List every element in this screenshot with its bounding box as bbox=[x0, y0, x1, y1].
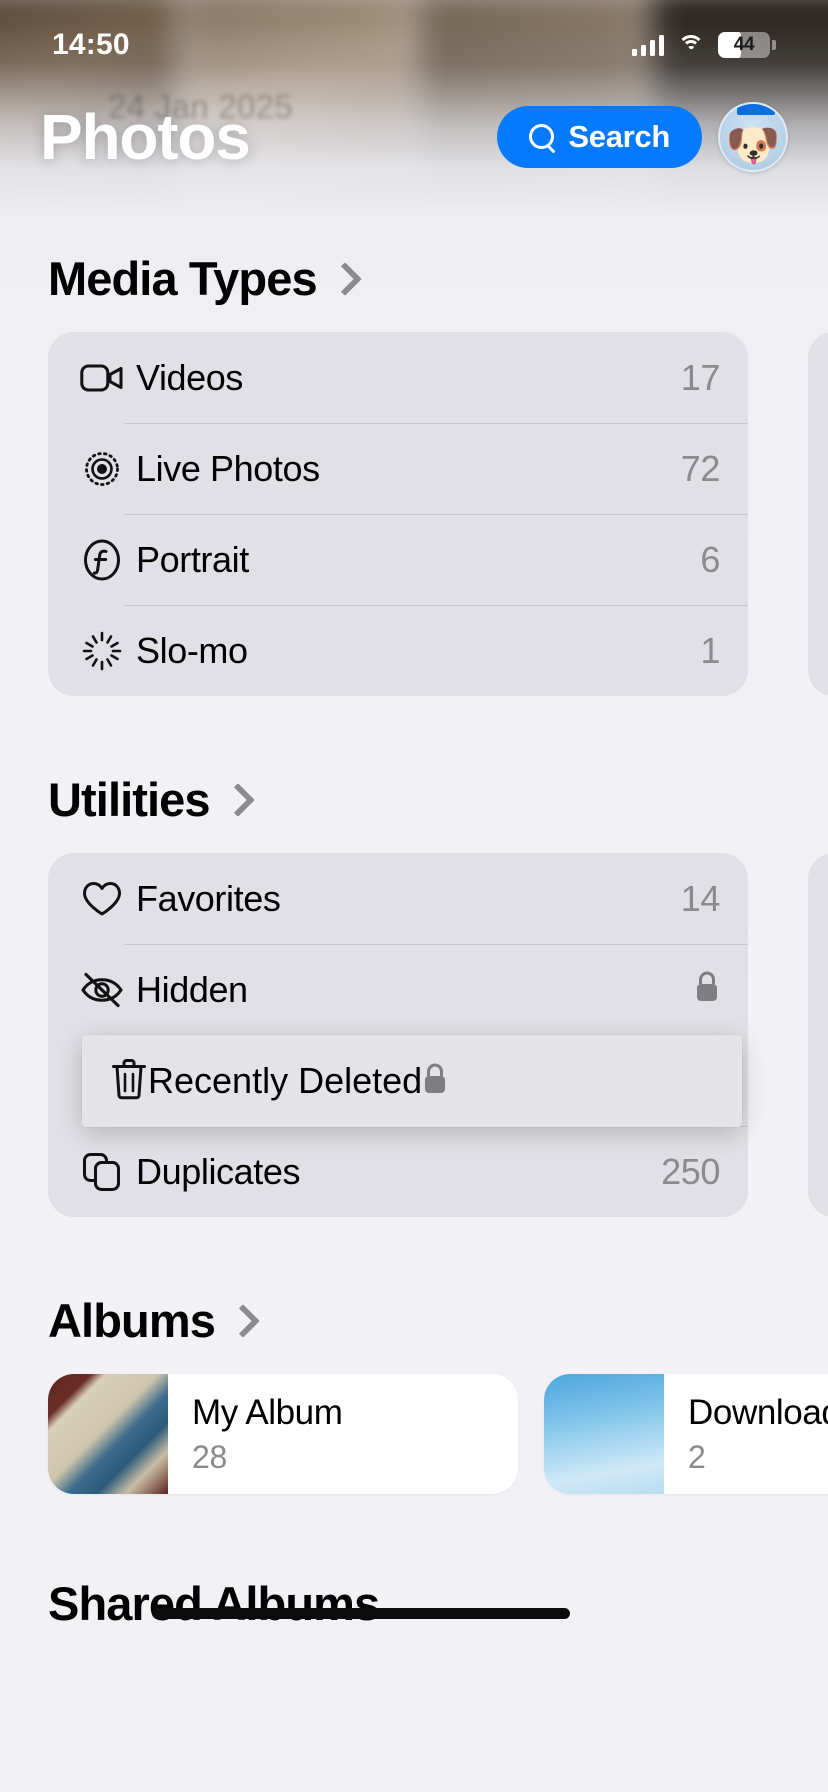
status-bar: 14:50 44 bbox=[0, 0, 828, 72]
nav-actions: Search 🐶 bbox=[497, 102, 788, 172]
table-row[interactable]: Portrait 6 bbox=[48, 514, 748, 605]
chevron-right-icon bbox=[224, 785, 241, 815]
status-bar-time: 14:50 bbox=[52, 28, 130, 61]
row-count: 250 bbox=[661, 1150, 720, 1192]
status-bar-indicators: 44 bbox=[631, 32, 776, 58]
avatar[interactable]: 🐶 bbox=[718, 102, 788, 172]
photos-app-screen: 24 Jan 2025 14:50 44 Photos Search 🐶 Med… bbox=[0, 0, 828, 1792]
album-card[interactable]: Downloads 2 bbox=[544, 1374, 828, 1494]
album-count: 2 bbox=[688, 1438, 706, 1475]
row-label: Live Photos bbox=[136, 447, 320, 489]
dog-memoji-avatar: 🐶 bbox=[725, 121, 781, 170]
album-name: My Album bbox=[192, 1392, 343, 1432]
media-types-card-peek[interactable] bbox=[808, 332, 828, 696]
table-row[interactable]: Slo-mo 1 bbox=[48, 605, 748, 696]
table-row[interactable]: Favorites 14 bbox=[48, 853, 748, 944]
wifi-icon bbox=[677, 34, 705, 56]
lock-icon bbox=[694, 970, 720, 1009]
section-title: Media Types bbox=[48, 252, 318, 305]
table-row[interactable]: Videos 17 bbox=[48, 332, 748, 423]
album-meta: Downloads 2 bbox=[664, 1393, 828, 1476]
magnifier-icon bbox=[529, 123, 556, 151]
portrait-f-icon bbox=[76, 539, 128, 581]
lock-icon bbox=[422, 1062, 448, 1101]
row-count: 6 bbox=[700, 538, 720, 580]
utilities-card: Favorites 14 Hidden Duplicates 250 Recen… bbox=[48, 853, 828, 1217]
nav-bar: Photos Search 🐶 bbox=[0, 82, 828, 192]
section-header-shared-albums[interactable]: Shared Albums bbox=[0, 1576, 828, 1631]
row-divider bbox=[124, 944, 748, 945]
section-header-media-types[interactable]: Media Types bbox=[0, 251, 828, 306]
row-label: Slo-mo bbox=[136, 629, 248, 671]
media-types-rail[interactable]: Videos 17 Live Photos 72 Portrait 6 Slo-… bbox=[0, 332, 828, 696]
row-divider bbox=[124, 514, 748, 515]
album-thumbnail bbox=[48, 1374, 168, 1494]
section-header-utilities[interactable]: Utilities bbox=[0, 772, 828, 827]
row-label: Recently Deleted bbox=[148, 1060, 423, 1101]
table-row[interactable]: Duplicates 250 bbox=[48, 1126, 748, 1217]
album-thumbnail bbox=[544, 1374, 664, 1494]
heart-icon bbox=[76, 880, 128, 918]
row-recently-deleted-highlighted[interactable]: Recently Deleted bbox=[82, 1035, 742, 1127]
section-utilities: Utilities Favorites 14 Hidden Duplicates… bbox=[0, 696, 828, 1217]
search-button[interactable]: Search bbox=[497, 106, 702, 168]
section-title: Utilities bbox=[48, 773, 211, 826]
section-media-types: Media Types Videos 17 Live Photos 72 Por… bbox=[0, 215, 828, 696]
battery-percent-label: 44 bbox=[733, 34, 755, 55]
cellular-bars-icon bbox=[631, 34, 664, 56]
albums-rail[interactable]: My Album 28 Downloads 2 bbox=[0, 1374, 828, 1494]
section-header-albums[interactable]: Albums bbox=[0, 1293, 828, 1348]
row-divider bbox=[124, 605, 748, 606]
row-label: Favorites bbox=[136, 877, 281, 919]
battery-cap bbox=[772, 40, 776, 50]
section-title: Albums bbox=[48, 1294, 216, 1347]
avatar-cap bbox=[737, 104, 775, 115]
eye-slash-icon bbox=[76, 972, 128, 1008]
video-camera-icon bbox=[76, 362, 128, 394]
page-title: Photos bbox=[40, 101, 251, 173]
row-count: 72 bbox=[680, 447, 721, 489]
row-divider bbox=[124, 423, 748, 424]
media-types-card: Videos 17 Live Photos 72 Portrait 6 Slo-… bbox=[48, 332, 828, 696]
utilities-card-peek[interactable] bbox=[808, 853, 828, 1217]
row-label: Hidden bbox=[136, 968, 248, 1010]
section-shared-albums: Shared Albums bbox=[0, 1494, 828, 1631]
row-count: 14 bbox=[680, 877, 721, 919]
chevron-right-icon bbox=[229, 1306, 246, 1336]
duplicate-icon bbox=[76, 1151, 128, 1193]
table-row[interactable]: Live Photos 72 bbox=[48, 423, 748, 514]
album-name: Downloads bbox=[688, 1392, 828, 1432]
live-photo-icon bbox=[76, 448, 128, 490]
battery-icon: 44 bbox=[718, 32, 770, 58]
album-card[interactable]: My Album 28 bbox=[48, 1374, 518, 1494]
search-button-label: Search bbox=[568, 119, 670, 154]
row-label: Duplicates bbox=[136, 1150, 301, 1192]
album-count: 28 bbox=[192, 1438, 227, 1475]
row-label: Videos bbox=[136, 356, 244, 398]
battery-indicator: 44 bbox=[718, 32, 776, 58]
black-strikethrough-line bbox=[152, 1608, 570, 1619]
row-count: 17 bbox=[680, 356, 721, 398]
scroll-content[interactable]: Media Types Videos 17 Live Photos 72 Por… bbox=[0, 215, 828, 1792]
utilities-rail[interactable]: Favorites 14 Hidden Duplicates 250 Recen… bbox=[0, 853, 828, 1217]
section-albums: Albums My Album 28 Downloads 2 bbox=[0, 1217, 828, 1494]
chevron-right-icon bbox=[331, 264, 348, 294]
row-count: 1 bbox=[700, 629, 720, 671]
table-row[interactable]: Hidden bbox=[48, 944, 748, 1035]
row-label: Portrait bbox=[136, 538, 249, 580]
trash-icon bbox=[110, 1057, 148, 1106]
section-title: Shared Albums bbox=[48, 1577, 380, 1630]
album-meta: My Album 28 bbox=[168, 1392, 343, 1476]
slo-mo-icon bbox=[76, 630, 128, 672]
